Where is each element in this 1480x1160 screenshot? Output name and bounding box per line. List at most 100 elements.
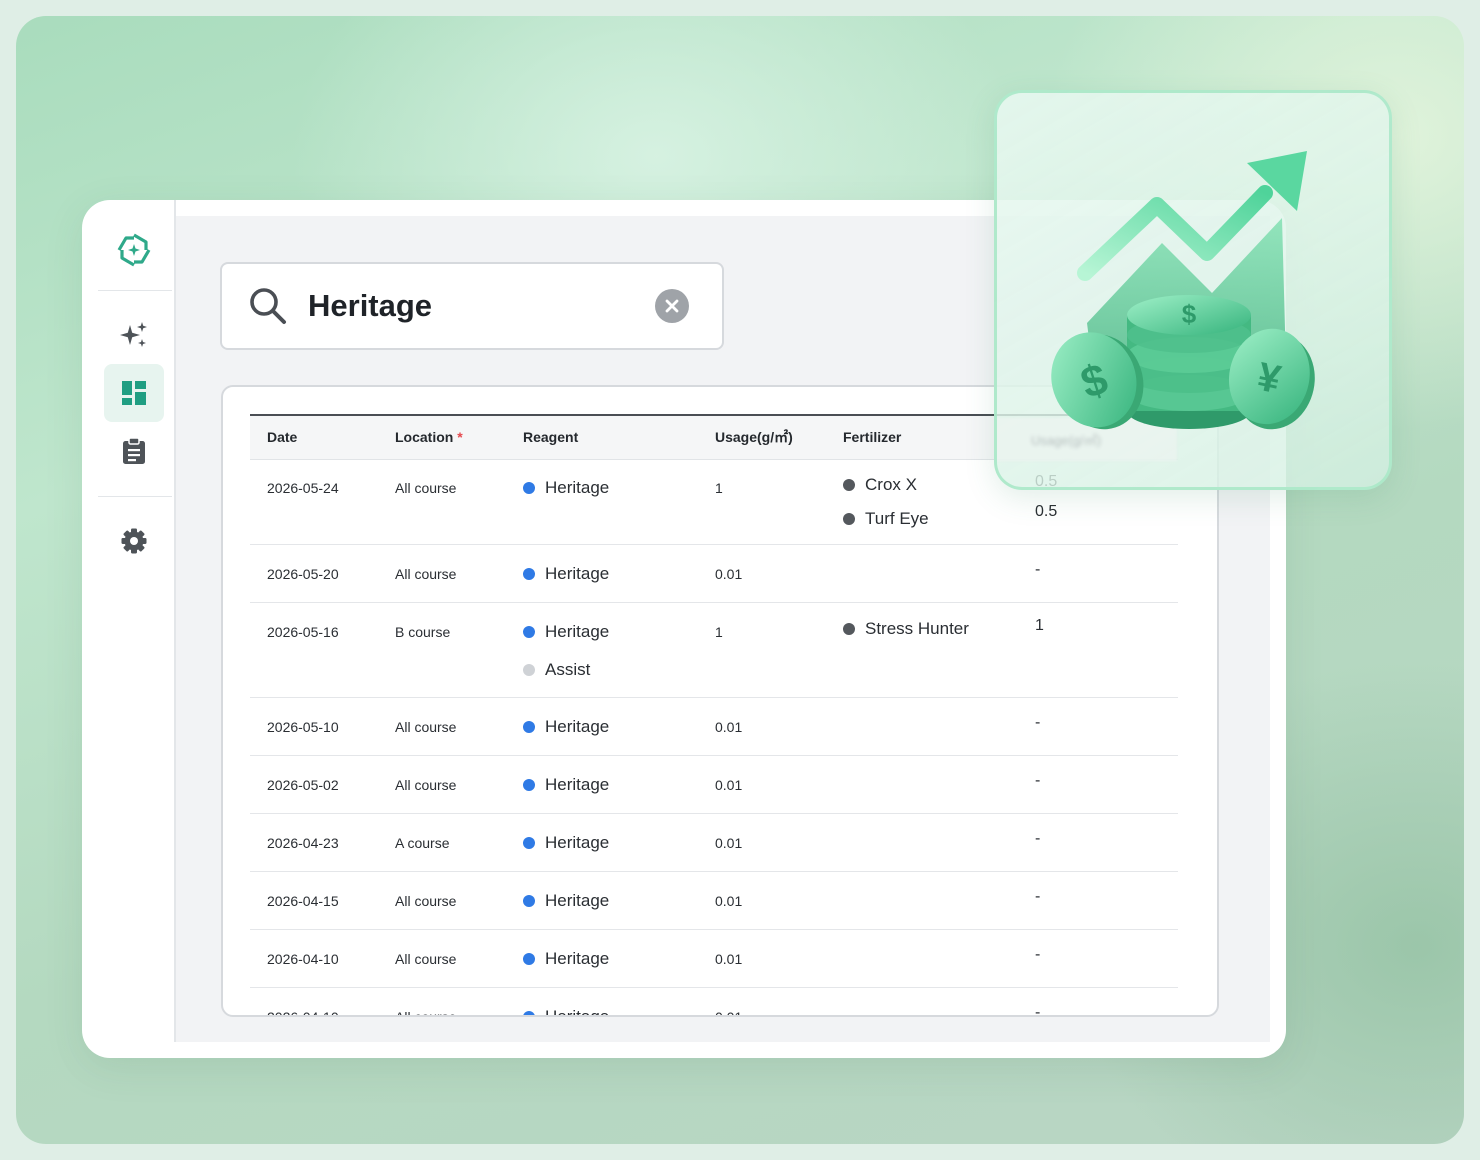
cell-fertilizer-usage: -	[1035, 714, 1041, 731]
cell-usage: 1	[715, 480, 723, 496]
table-row[interactable]: 2026-05-02 All course Heritage 0.01 -	[250, 756, 1178, 814]
reagent-status-dot	[523, 482, 535, 494]
cell-fertilizer-usage: -	[1035, 772, 1041, 789]
cell-date: 2026-04-10	[267, 951, 339, 967]
fertilizer-item: Stress Hunter	[843, 619, 969, 639]
cell-usage: 0.01	[715, 951, 743, 967]
column-header-date[interactable]: Date	[267, 416, 297, 459]
cell-location: B course	[395, 624, 451, 640]
fertilizer-item: Turf Eye	[843, 509, 929, 529]
column-header-fertilizer[interactable]: Fertilizer	[843, 416, 901, 459]
table-body: 2026-05-24 All course Heritage 1 Crox X Turf …	[250, 459, 1178, 1017]
cell-location: All course	[395, 480, 457, 496]
reagent-status-dot	[523, 895, 535, 907]
cell-usage: 0.01	[715, 719, 743, 735]
reagent-status-dot	[523, 953, 535, 965]
close-icon	[665, 299, 679, 313]
fertilizer-dot	[843, 479, 855, 491]
app-logo-icon[interactable]	[116, 232, 152, 268]
reagent-label: Heritage	[545, 717, 610, 736]
reagent-item: Heritage	[523, 622, 609, 642]
cell-fertilizer-usage: -	[1035, 946, 1041, 963]
fertilizer-label: Turf Eye	[865, 509, 929, 528]
cell-usage: 0.01	[715, 777, 743, 793]
reagent-label: Assist	[545, 660, 591, 679]
cell-usage: 0.01	[715, 1009, 743, 1017]
table-row[interactable]: 2026-04-10 All course Heritage 0.01 -	[250, 988, 1178, 1017]
dashboard-icon	[122, 381, 146, 405]
column-header-usage[interactable]: Usage(g/㎡)	[715, 416, 793, 459]
required-marker: *	[457, 429, 463, 445]
reagent-status-dot	[523, 721, 535, 733]
table-row[interactable]: 2026-04-23 A course Heritage 0.01 -	[250, 814, 1178, 872]
table-row[interactable]: 2026-05-16 B course Heritage Assist 1 Stress …	[250, 603, 1178, 698]
column-header-location[interactable]: Location *	[395, 416, 463, 459]
cell-location: All course	[395, 719, 457, 735]
cell-fertilizer-usage: -	[1035, 888, 1041, 905]
cell-location: All course	[395, 1009, 457, 1017]
sidebar-item-dashboard[interactable]	[104, 364, 164, 422]
reagent-item: Assist	[523, 660, 590, 680]
reagent-status-dot	[523, 568, 535, 580]
coins-growth-icon: $ $ ¥	[1051, 151, 1315, 430]
cell-location: All course	[395, 951, 457, 967]
cell-location: All course	[395, 777, 457, 793]
reagent-label: Heritage	[545, 1007, 610, 1017]
svg-text:$: $	[1182, 299, 1197, 329]
cell-date: 2026-04-23	[267, 835, 339, 851]
cell-location: All course	[395, 566, 457, 582]
sidebar	[82, 200, 176, 1042]
reagent-label: Heritage	[545, 564, 610, 583]
sparkles-icon	[120, 322, 147, 347]
reagent-item: Heritage	[523, 833, 609, 853]
cell-date: 2026-05-24	[267, 480, 339, 496]
cell-usage: 0.01	[715, 566, 743, 582]
column-header-reagent[interactable]: Reagent	[523, 416, 578, 459]
reagent-item: Heritage	[523, 775, 609, 795]
reagent-label: Heritage	[545, 622, 610, 641]
coins-illustration-card: Usage(g/㎡) $ $ ¥	[994, 90, 1392, 490]
search-query: Heritage	[308, 288, 433, 323]
cell-fertilizer-usage: 0.5	[1035, 503, 1058, 520]
fertilizer-label: Stress Hunter	[865, 619, 969, 638]
cell-location: A course	[395, 835, 450, 851]
reagent-status-dot	[523, 664, 535, 676]
clear-search-button[interactable]	[655, 289, 689, 323]
table-row[interactable]: 2026-04-15 All course Heritage 0.01 -	[250, 872, 1178, 930]
table-row[interactable]: 2026-05-20 All course Heritage 0.01 -	[250, 545, 1178, 603]
reagent-status-dot	[523, 1011, 535, 1015]
table-row[interactable]: 2026-05-10 All course Heritage 0.01 -	[250, 698, 1178, 756]
fertilizer-dot	[843, 623, 855, 635]
reagent-label: Heritage	[545, 833, 610, 852]
cell-date: 2026-05-20	[267, 566, 339, 582]
reagent-label: Heritage	[545, 478, 610, 497]
search-icon	[250, 288, 286, 324]
table-row[interactable]: 2026-04-10 All course Heritage 0.01 -	[250, 930, 1178, 988]
reagent-item: Heritage	[523, 478, 609, 498]
reagent-label: Heritage	[545, 949, 610, 968]
reagent-item: Heritage	[523, 717, 609, 737]
sidebar-item-settings[interactable]	[104, 512, 164, 570]
clipboard-icon	[123, 437, 145, 464]
cell-fertilizer-usage: -	[1035, 1004, 1041, 1017]
cell-location: All course	[395, 893, 457, 909]
reagent-item: Heritage	[523, 1007, 610, 1017]
cell-date: 2026-04-10	[267, 1009, 339, 1017]
cell-fertilizer-usage: 1	[1035, 617, 1044, 634]
sidebar-item-ai[interactable]	[104, 306, 164, 364]
column-header-location-label: Location	[395, 429, 454, 445]
gear-icon	[121, 528, 147, 554]
cell-date: 2026-05-10	[267, 719, 339, 735]
reagent-item: Heritage	[523, 564, 609, 584]
reagent-label: Heritage	[545, 775, 610, 794]
sidebar-divider	[98, 496, 172, 497]
reagent-label: Heritage	[545, 891, 610, 910]
search-input[interactable]: Heritage	[220, 262, 724, 350]
cell-date: 2026-05-16	[267, 624, 339, 640]
sidebar-item-records[interactable]	[104, 422, 164, 480]
reagent-status-dot	[523, 779, 535, 791]
cell-date: 2026-05-02	[267, 777, 339, 793]
sidebar-divider	[98, 290, 172, 291]
reagent-status-dot	[523, 626, 535, 638]
cell-usage: 1	[715, 624, 723, 640]
